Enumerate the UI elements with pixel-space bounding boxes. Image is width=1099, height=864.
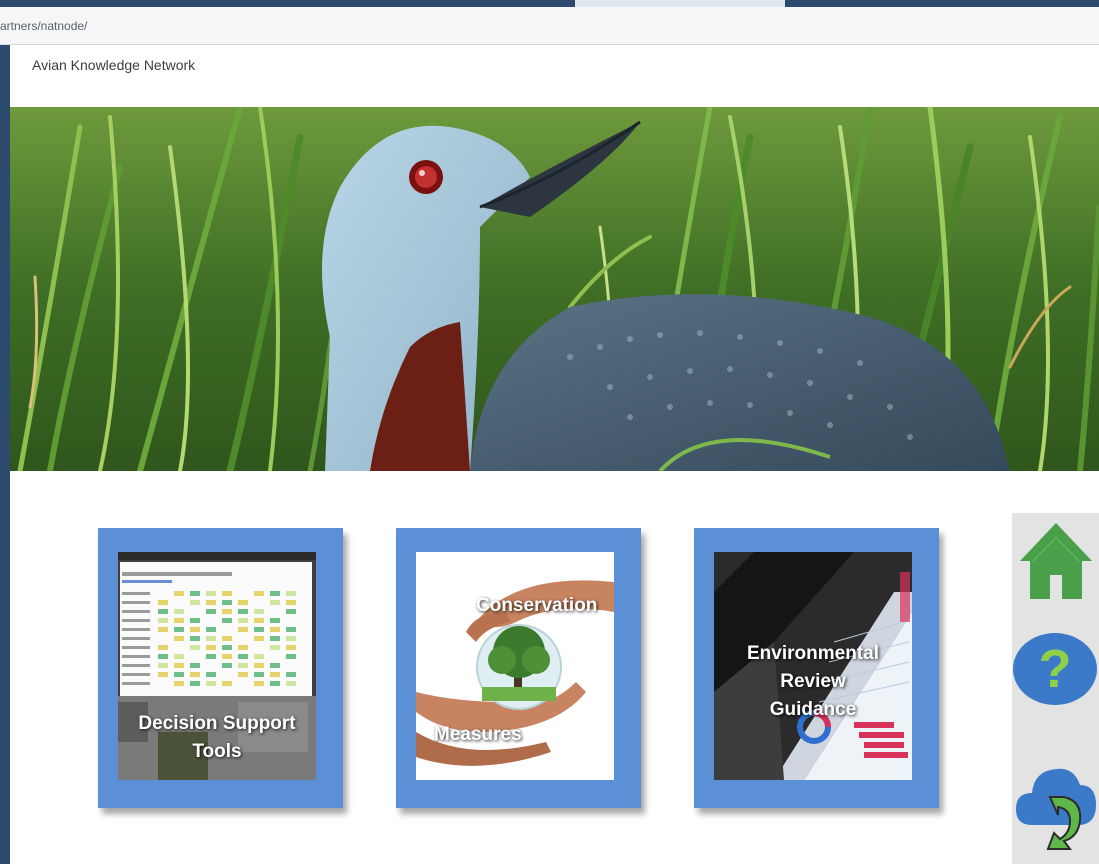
site-title[interactable]: Avian Knowledge Network bbox=[32, 57, 195, 73]
home-icon bbox=[1020, 523, 1092, 599]
cloud-sync-button[interactable] bbox=[1014, 753, 1098, 858]
help-icon: ? bbox=[1013, 633, 1097, 705]
help-button[interactable]: ? bbox=[1012, 631, 1098, 712]
environmental-review-guidance-tile[interactable]: Environmental Review Guidance bbox=[694, 528, 939, 808]
conservation-label: Conservation bbox=[476, 595, 598, 616]
measures-label: Measures bbox=[434, 724, 522, 745]
help-glyph: ? bbox=[1039, 639, 1072, 699]
window-top-strip bbox=[0, 0, 1099, 7]
side-nav: ? bbox=[1012, 513, 1099, 864]
environmental-review-label: Environmental Review Guidance bbox=[747, 643, 879, 720]
hero-image bbox=[10, 107, 1099, 471]
url-text[interactable]: artners/natnode/ bbox=[0, 19, 87, 33]
browser-tab[interactable] bbox=[575, 0, 785, 7]
decision-support-label: Decision Support Tools bbox=[138, 713, 296, 762]
address-bar[interactable]: artners/natnode/ bbox=[0, 7, 1099, 45]
conservation-measures-tile[interactable]: Conservation Measures bbox=[396, 528, 641, 808]
web-page: Avian Knowledge Network Decision Support… bbox=[10, 45, 1099, 864]
home-button[interactable] bbox=[1018, 519, 1094, 606]
decision-support-tools-tile[interactable]: Decision Support Tools bbox=[98, 528, 343, 808]
cloud-sync-icon bbox=[1016, 768, 1096, 850]
